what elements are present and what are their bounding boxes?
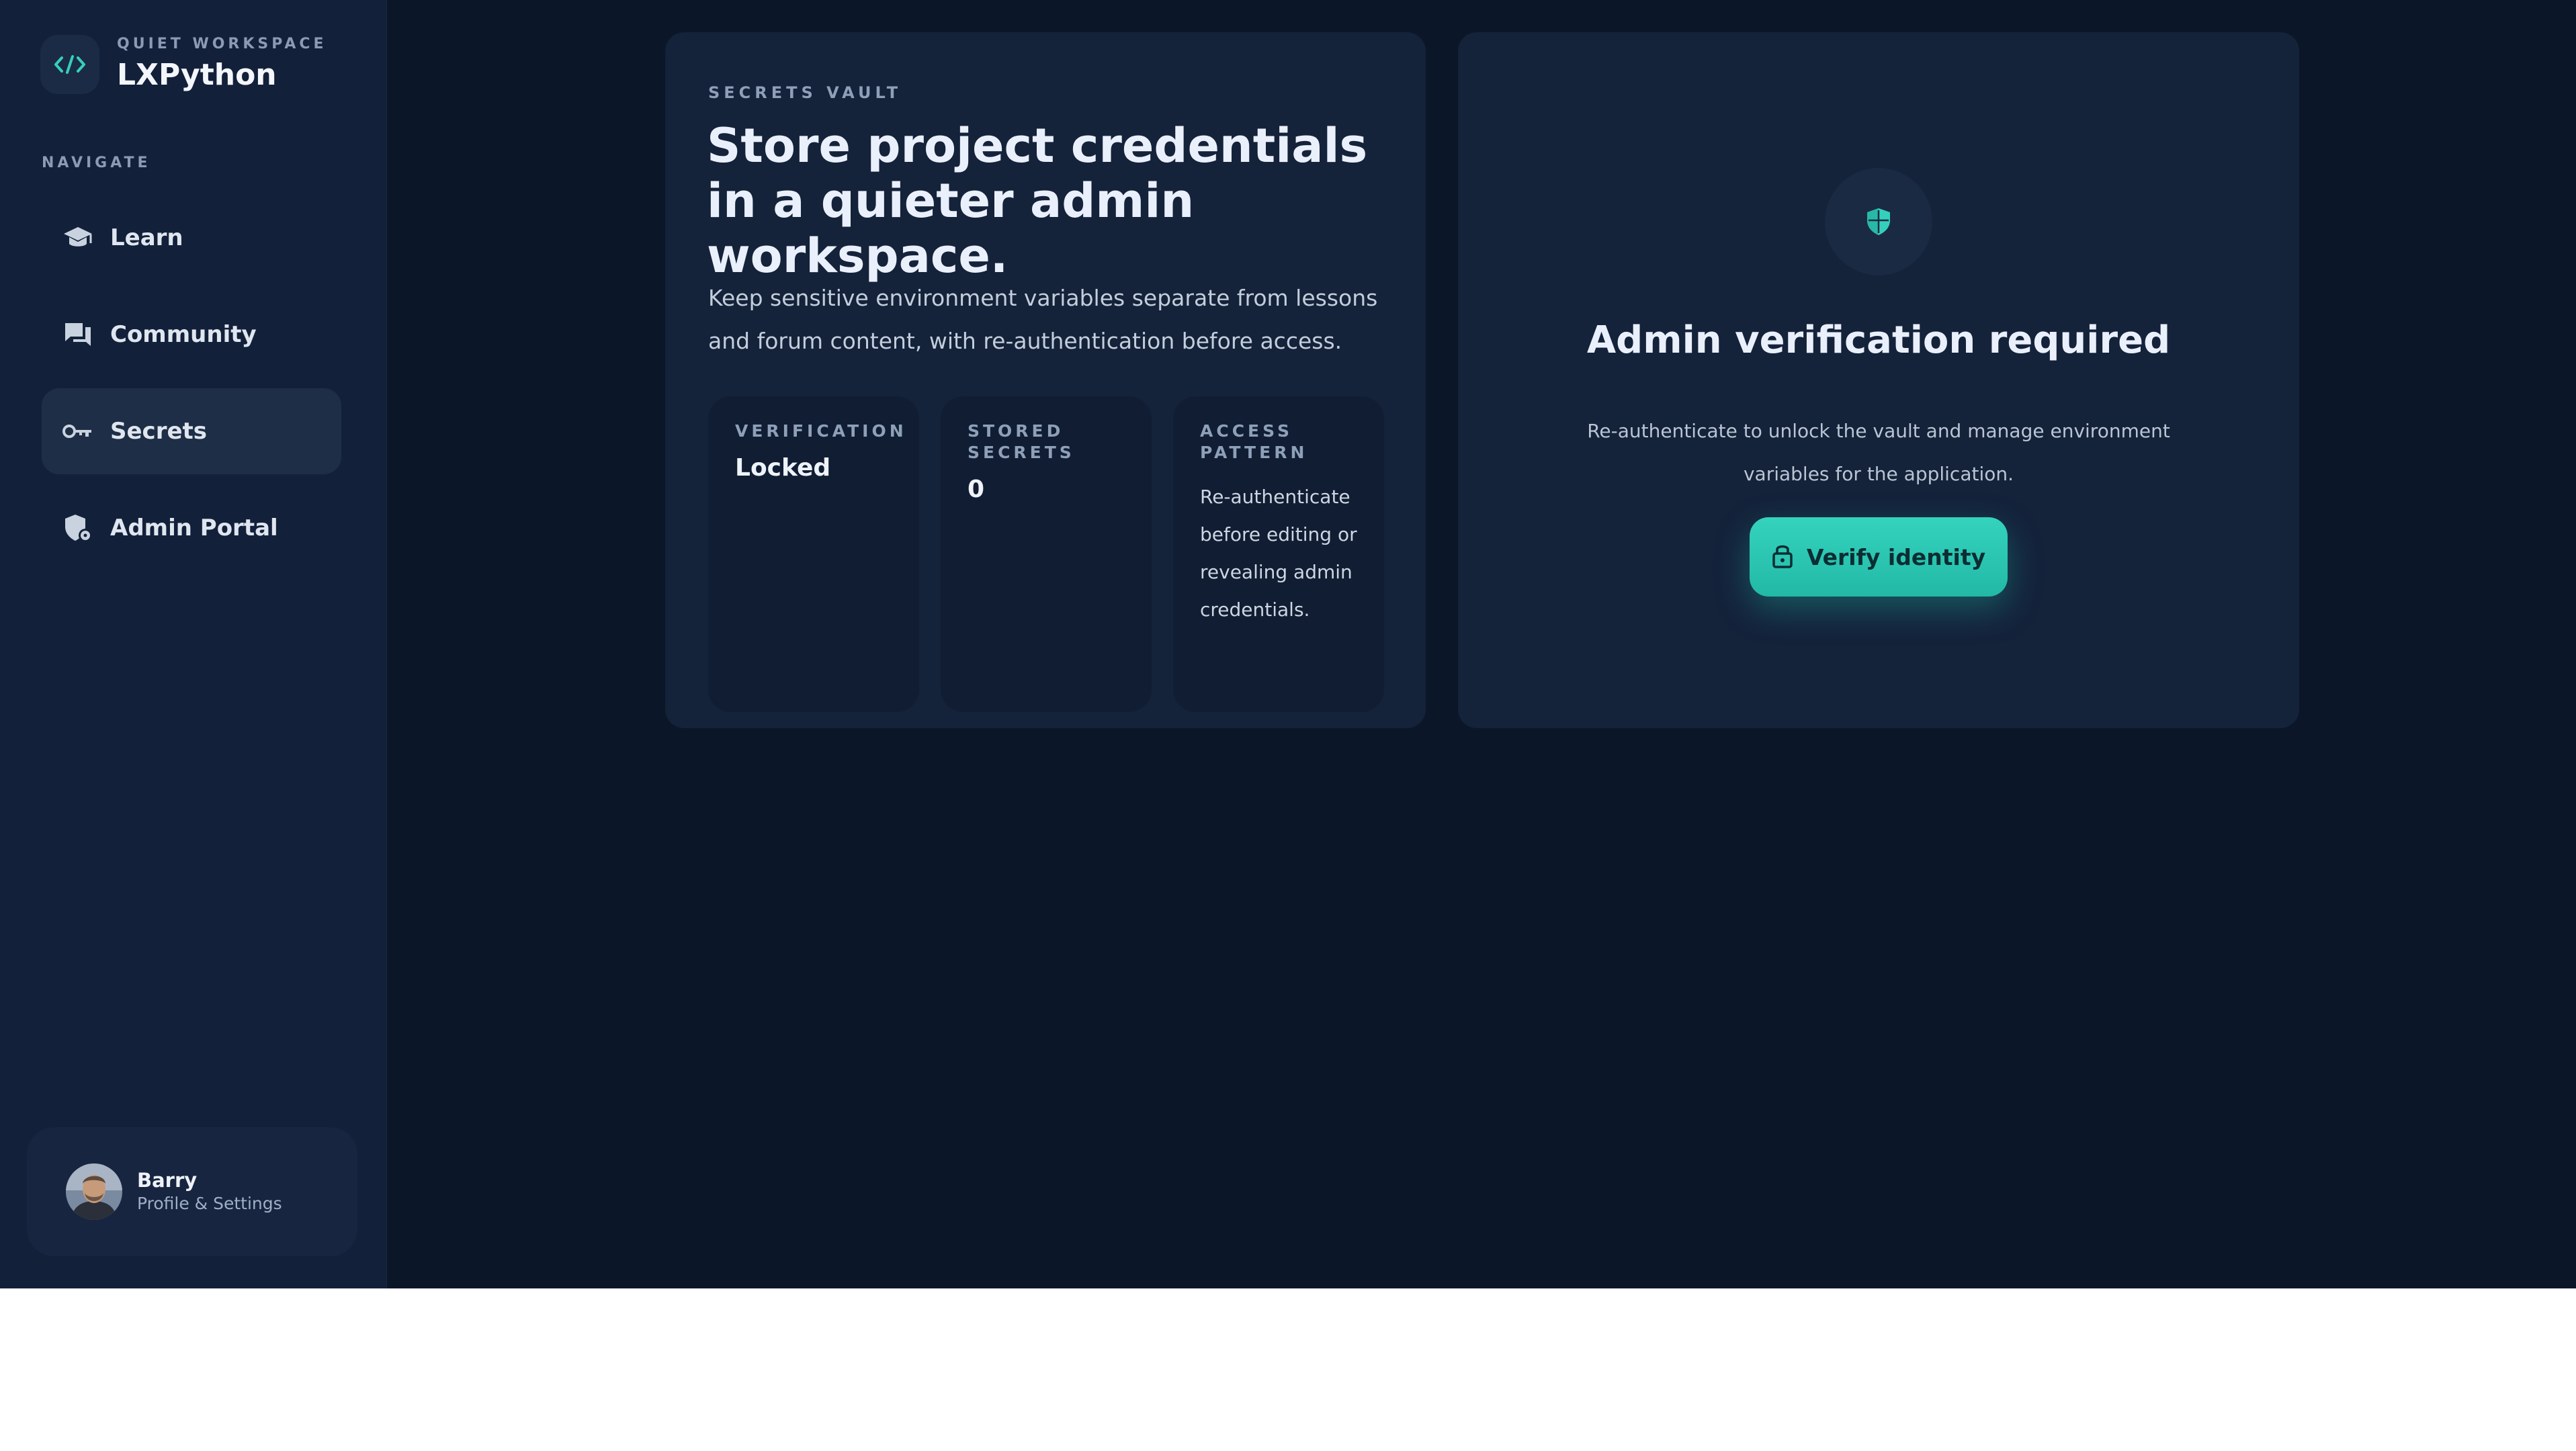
brand[interactable]: QUIET WORKSPACE LXPython: [40, 35, 327, 94]
sidebar-item-label: Admin Portal: [110, 515, 278, 541]
verification-card: Admin verification required Re-authentic…: [1458, 32, 2299, 728]
key-icon: [62, 415, 94, 447]
verify-button-label: Verify identity: [1806, 543, 1986, 570]
chat-icon: [62, 318, 94, 351]
page-title: Store project credentials in a quieter a…: [707, 118, 1368, 283]
stat-access-pattern: ACCESS PATTERN Re-authenticate before ed…: [1173, 396, 1384, 712]
sidebar-item-label: Learn: [110, 224, 183, 251]
user-profile-card[interactable]: Barry Profile & Settings: [27, 1127, 357, 1256]
sidebar-item-learn[interactable]: Learn: [42, 195, 341, 281]
stat-value: 0: [968, 476, 985, 503]
sidebar-item-secrets[interactable]: Secrets: [42, 388, 341, 474]
nav-heading: NAVIGATE: [42, 155, 151, 171]
brand-eyebrow: QUIET WORKSPACE: [117, 36, 327, 52]
user-name: Barry: [137, 1169, 198, 1192]
vault-eyebrow: SECRETS VAULT: [708, 83, 902, 102]
stat-value: Re-authenticate before editing or reveal…: [1200, 486, 1357, 621]
sidebar-item-admin-portal[interactable]: Admin Portal: [42, 485, 341, 571]
sidebar-item-label: Community: [110, 321, 257, 348]
app-window: QUIET WORKSPACE LXPython NAVIGATE Learn: [0, 0, 2576, 1288]
sidebar-item-label: Secrets: [110, 418, 208, 445]
stat-verification: VERIFICATION Locked: [708, 396, 919, 712]
brand-name: LXPython: [117, 58, 277, 92]
avatar: [66, 1163, 122, 1220]
vault-description: Keep sensitive environment variables sep…: [708, 285, 1378, 354]
verify-identity-button[interactable]: Verify identity: [1750, 517, 2008, 597]
stat-label: ACCESS PATTERN: [1200, 421, 1308, 462]
code-icon: [40, 35, 99, 94]
admin-shield-icon: [62, 512, 94, 544]
stat-value: Locked: [735, 454, 831, 482]
verification-title: Admin verification required: [1586, 318, 2171, 362]
stat-label: VERIFICATION: [735, 421, 907, 441]
sidebar-item-community[interactable]: Community: [42, 292, 341, 378]
user-subtitle: Profile & Settings: [137, 1194, 282, 1213]
sidebar: QUIET WORKSPACE LXPython NAVIGATE Learn: [0, 0, 387, 1288]
shield-icon: [1825, 168, 1932, 275]
lock-icon: [1772, 542, 1793, 572]
stat-label: STORED SECRETS: [968, 421, 1075, 462]
stat-stored-secrets: STORED SECRETS 0: [941, 396, 1152, 712]
graduation-cap-icon: [62, 222, 94, 254]
vault-card: SECRETS VAULT Store project credentials …: [665, 32, 1426, 728]
verification-description: Re-authenticate to unlock the vault and …: [1587, 420, 2170, 485]
